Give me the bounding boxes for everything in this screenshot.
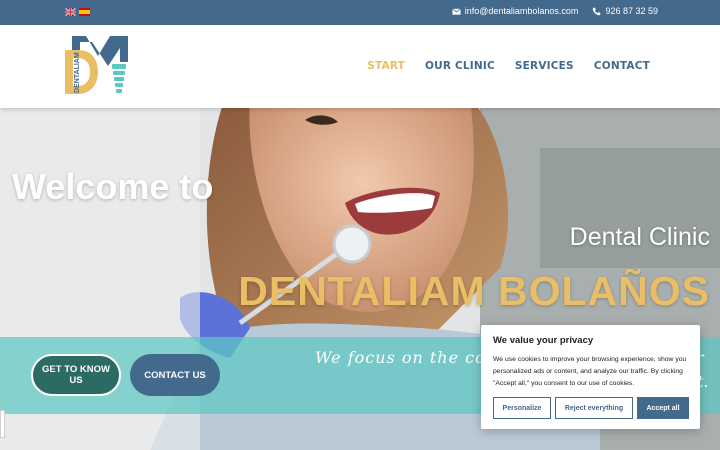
accept-all-button[interactable]: Accept all xyxy=(637,397,689,419)
nav-start[interactable]: START xyxy=(367,60,405,72)
uk-flag-icon[interactable] xyxy=(65,8,76,16)
site-header: DENTALIAM START OUR CLINIC SERVICES CONT… xyxy=(0,25,720,108)
reject-everything-button[interactable]: Reject everything xyxy=(555,397,633,419)
hero-welcome: Welcome to xyxy=(12,166,214,207)
dentaliam-logo[interactable]: DENTALIAM xyxy=(62,36,132,98)
personalize-button[interactable]: Personalize xyxy=(493,397,551,419)
spain-flag-icon[interactable] xyxy=(79,8,90,16)
nav-our-clinic[interactable]: OUR CLINIC xyxy=(425,60,495,72)
phone-icon xyxy=(593,7,601,15)
language-switcher xyxy=(65,8,90,16)
logo-text: DENTALIAM xyxy=(74,52,81,93)
hero-brand: DENTALIAM BOLAÑOS xyxy=(238,268,710,314)
hero-subtitle: Dental Clinic xyxy=(569,223,710,251)
nav-services[interactable]: SERVICES xyxy=(515,60,574,72)
cookie-title: We value your privacy xyxy=(493,335,594,346)
top-bar: info@dentaliambolanos.com 926 87 32 59 xyxy=(0,0,720,25)
side-tab[interactable] xyxy=(0,410,5,438)
tooth-implant-logo-icon: DENTALIAM xyxy=(65,36,128,94)
phone-text: 926 87 32 59 xyxy=(605,6,658,16)
hero-tagline: We focus on the com xyxy=(315,348,502,367)
main-nav: START OUR CLINIC SERVICES CONTACT xyxy=(367,60,650,72)
phone-link[interactable]: 926 87 32 59 xyxy=(592,6,658,16)
contact-us-button[interactable]: CONTACT US xyxy=(130,354,220,396)
nav-contact[interactable]: CONTACT xyxy=(594,60,650,72)
cookie-consent-banner: We value your privacy We use cookies to … xyxy=(481,325,700,429)
email-text: info@dentaliambolanos.com xyxy=(464,6,579,16)
get-to-know-us-button[interactable]: GET TO KNOW US xyxy=(31,354,121,396)
envelope-icon xyxy=(451,7,461,15)
cookie-text: We use cookies to improve your browsing … xyxy=(493,356,687,387)
email-link[interactable]: info@dentaliambolanos.com xyxy=(451,6,579,16)
